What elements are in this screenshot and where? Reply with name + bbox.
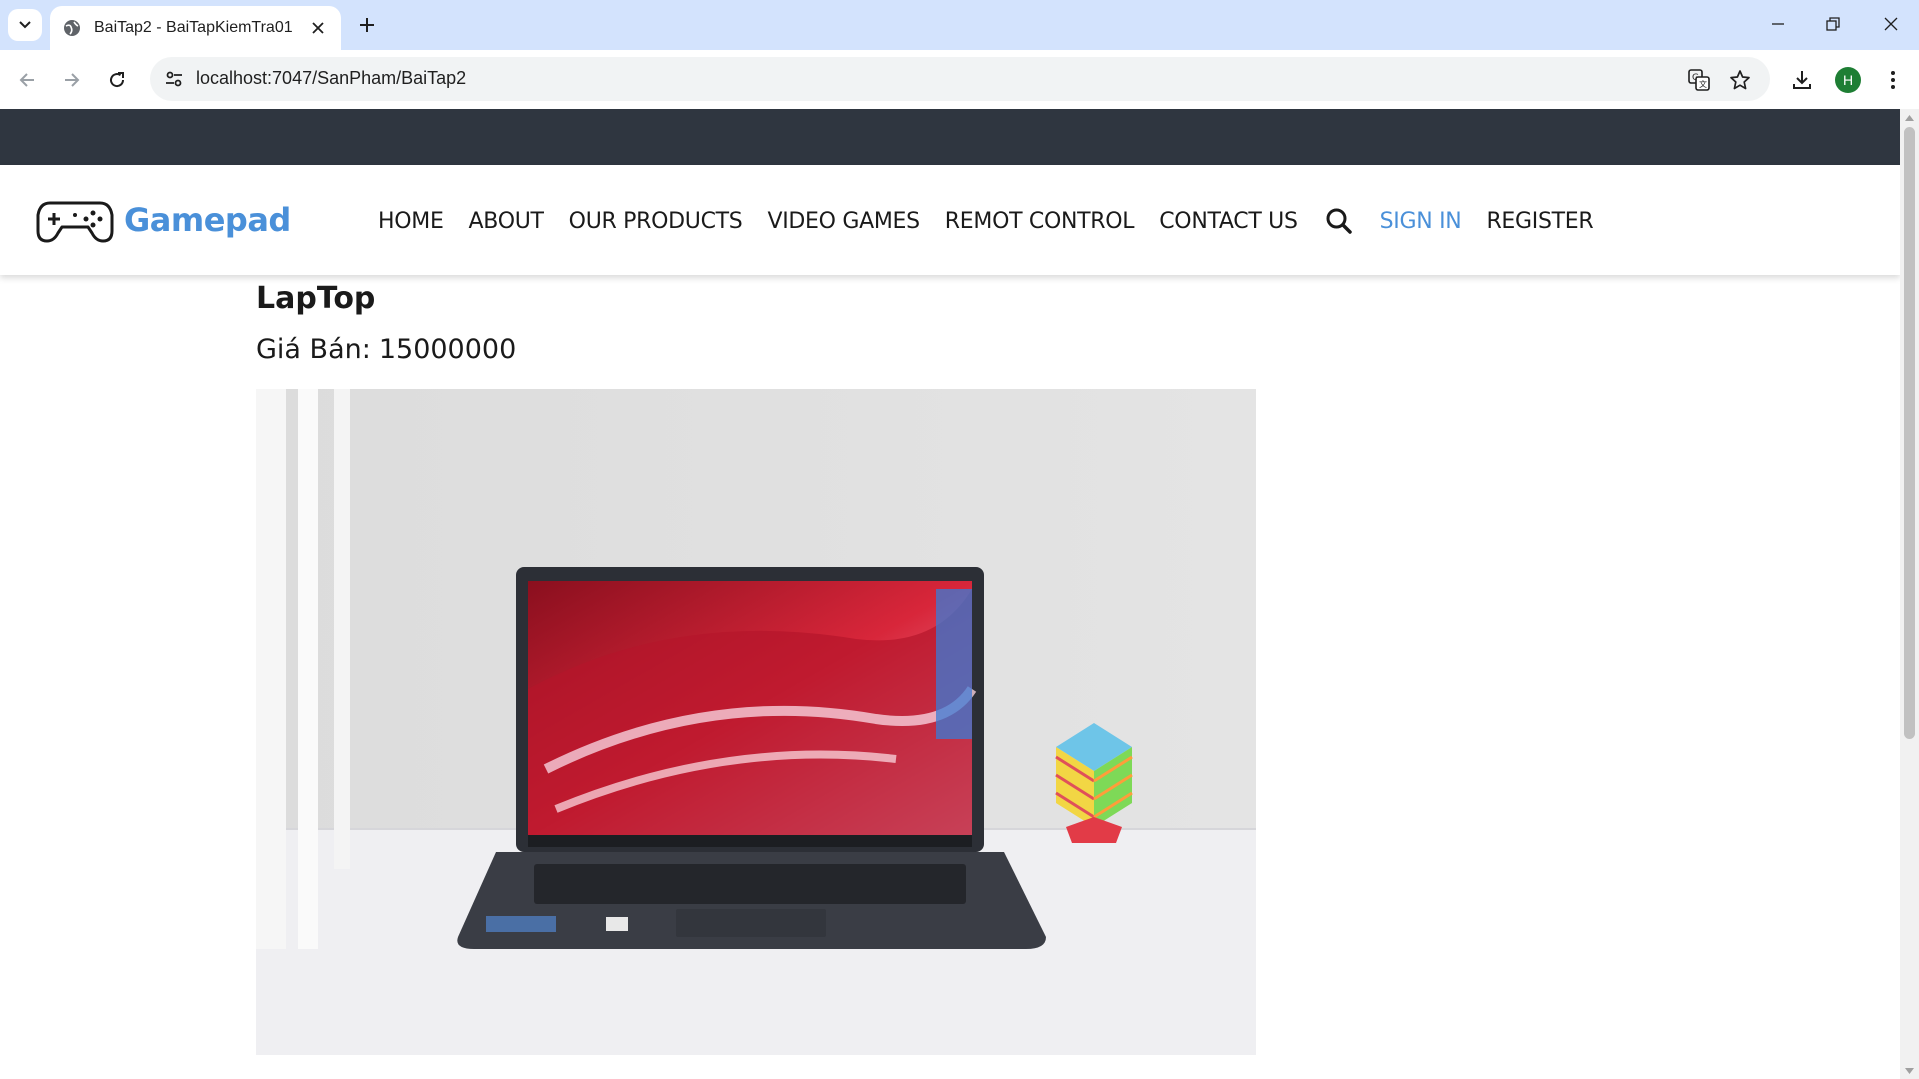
translate-icon: G文	[1688, 69, 1710, 91]
product-image	[256, 389, 1256, 1055]
star-icon	[1730, 70, 1750, 90]
bookmark-button[interactable]	[1727, 67, 1753, 93]
globe-icon	[64, 20, 80, 36]
triangle-up-icon	[1905, 114, 1914, 121]
tune-icon	[166, 71, 182, 87]
forward-button[interactable]	[54, 62, 90, 98]
nav-our-products[interactable]: OUR PRODUCTS	[569, 209, 743, 234]
price-label: Giá Bán:	[256, 334, 371, 365]
tab-close-button[interactable]	[307, 17, 329, 39]
translate-button[interactable]: G文	[1686, 67, 1712, 93]
new-tab-button[interactable]	[352, 10, 382, 40]
download-icon	[1793, 71, 1811, 89]
gamepad-icon	[36, 201, 114, 243]
restore-icon	[1826, 17, 1840, 31]
arrow-right-icon	[65, 73, 80, 87]
nav-video-games[interactable]: VIDEO GAMES	[767, 209, 920, 234]
product-price-row: Giá Bán: 15000000	[256, 334, 516, 365]
browser-toolbar: localhost:7047/SanPham/BaiTap2 G文 H	[0, 50, 1919, 109]
brand-name: Gamepad	[124, 201, 291, 239]
search-icon	[1326, 208, 1352, 234]
nav-remot-control[interactable]: REMOT CONTROL	[945, 209, 1135, 234]
close-icon	[1884, 17, 1898, 31]
avatar: H	[1835, 67, 1861, 93]
browser-tab[interactable]: BaiTap2 - BaiTapKiemTra01	[50, 6, 341, 50]
tab-search-button[interactable]	[8, 9, 42, 41]
scroll-down-arrow[interactable]	[1904, 1065, 1915, 1076]
nav-home[interactable]: HOME	[378, 209, 444, 234]
chevron-down-icon	[19, 21, 31, 29]
arrow-left-icon	[19, 73, 34, 87]
page-viewport: Gamepad HOME ABOUT OUR PRODUCTS VIDEO GA…	[0, 109, 1900, 1079]
url-text[interactable]: localhost:7047/SanPham/BaiTap2	[196, 68, 466, 89]
more-vertical-icon	[1891, 71, 1895, 89]
scroll-up-arrow[interactable]	[1904, 112, 1915, 123]
top-bar	[0, 109, 1900, 165]
close-icon	[312, 22, 324, 34]
tab-title: BaiTap2 - BaiTapKiemTra01	[94, 19, 293, 36]
nav-contact-us[interactable]: CONTACT US	[1159, 209, 1298, 234]
minimize-icon	[1772, 23, 1784, 25]
nav-sign-in[interactable]: SIGN IN	[1380, 209, 1462, 234]
plus-icon	[360, 18, 374, 32]
reload-button[interactable]	[99, 62, 135, 98]
laptop-photo	[256, 389, 1256, 1055]
product-detail: LapTop Giá Bán: 15000000	[256, 281, 1256, 1055]
svg-text:文: 文	[1699, 79, 1707, 89]
main-nav: HOME ABOUT OUR PRODUCTS VIDEO GAMES REMO…	[378, 205, 1618, 237]
nav-search-button[interactable]	[1323, 205, 1355, 237]
downloads-button[interactable]	[1784, 62, 1820, 98]
profile-button[interactable]: H	[1830, 62, 1866, 98]
restore-button[interactable]	[1811, 6, 1855, 42]
page-scrollbar[interactable]	[1900, 109, 1919, 1079]
site-logo[interactable]: Gamepad	[36, 197, 291, 243]
nav-register[interactable]: REGISTER	[1486, 209, 1593, 234]
back-button[interactable]	[9, 62, 45, 98]
product-name: LapTop	[256, 281, 376, 316]
menu-button[interactable]	[1875, 62, 1911, 98]
site-info-button[interactable]	[162, 67, 186, 91]
reload-icon	[110, 72, 125, 88]
scroll-thumb[interactable]	[1904, 127, 1915, 739]
minimize-button[interactable]	[1756, 6, 1800, 42]
close-window-button[interactable]	[1869, 6, 1913, 42]
nav-about[interactable]: ABOUT	[469, 209, 544, 234]
browser-tab-strip: BaiTap2 - BaiTapKiemTra01	[0, 0, 1919, 50]
site-header: Gamepad HOME ABOUT OUR PRODUCTS VIDEO GA…	[0, 165, 1900, 275]
price-value: 15000000	[378, 334, 517, 365]
address-bar[interactable]: localhost:7047/SanPham/BaiTap2 G文	[150, 57, 1770, 101]
triangle-down-icon	[1905, 1067, 1914, 1074]
